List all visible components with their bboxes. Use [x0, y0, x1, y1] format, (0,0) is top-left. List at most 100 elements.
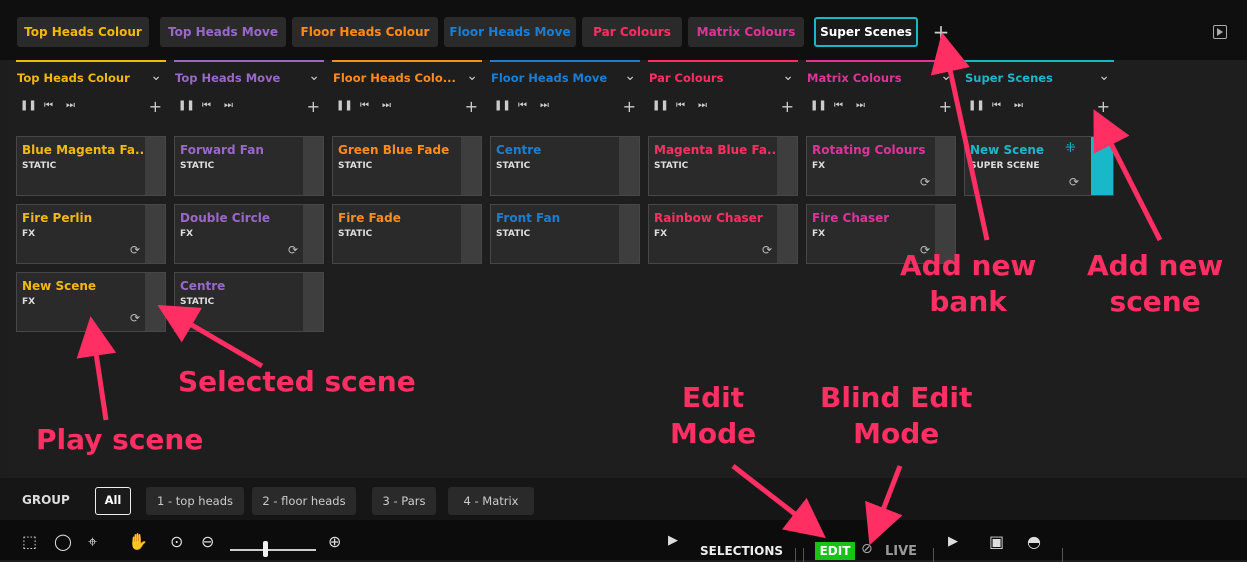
group-button[interactable]: All: [95, 487, 131, 515]
scene-card[interactable]: Double Circle FX ⟳: [174, 204, 324, 264]
polygon-select-icon[interactable]: ⌖: [88, 532, 97, 552]
blind-edit-icon[interactable]: ⊘: [861, 541, 873, 557]
scene-card[interactable]: Front Fan STATIC: [490, 204, 640, 264]
bank-header[interactable]: Top Heads Move ⌄: [174, 60, 324, 92]
skip-forward-icon[interactable]: ⏭: [698, 100, 707, 111]
scene-strip[interactable]: [303, 137, 323, 195]
scene-card[interactable]: Rotating Colours FX ⟳: [806, 136, 956, 196]
scene-strip[interactable]: [619, 205, 639, 263]
zoom-in-icon[interactable]: ⊕: [328, 532, 341, 551]
skip-back-icon[interactable]: ⏮: [360, 100, 369, 111]
scene-strip[interactable]: [145, 205, 165, 263]
edit-mode-button[interactable]: EDIT: [815, 542, 855, 560]
pause-icon[interactable]: ❚❚: [810, 100, 827, 111]
play-icon[interactable]: ▶: [948, 534, 958, 549]
bank-tab[interactable]: Matrix Colours: [688, 17, 804, 47]
skip-forward-icon[interactable]: ⏭: [382, 100, 391, 111]
group-button[interactable]: 4 - Matrix: [448, 487, 534, 515]
bank-header[interactable]: Super Scenes ⌄: [964, 60, 1114, 92]
scene-strip[interactable]: [145, 137, 165, 195]
scene-card[interactable]: New Scene SUPER SCENE ⟳ ⁜: [964, 136, 1114, 196]
chevron-down-icon[interactable]: ⌄: [1098, 68, 1110, 84]
chevron-down-icon[interactable]: ⌄: [782, 68, 794, 84]
scene-strip[interactable]: [303, 273, 323, 331]
lasso-icon[interactable]: ◯: [54, 532, 72, 551]
scene-strip[interactable]: [145, 273, 165, 331]
fixture-view-icon[interactable]: ▣: [989, 532, 1004, 551]
scene-strip[interactable]: [461, 205, 481, 263]
bank-tab[interactable]: Floor Heads Colour: [292, 17, 438, 47]
zoom-slider-track[interactable]: [230, 549, 316, 551]
skip-back-icon[interactable]: ⏮: [202, 100, 211, 111]
skip-back-icon[interactable]: ⏮: [834, 100, 843, 111]
skip-forward-icon[interactable]: ⏭: [224, 100, 233, 111]
group-button[interactable]: 1 - top heads: [146, 487, 244, 515]
pause-icon[interactable]: ❚❚: [968, 100, 985, 111]
chevron-down-icon[interactable]: ⌄: [308, 68, 320, 84]
skip-forward-icon[interactable]: ⏭: [66, 100, 75, 111]
panel-toggle-icon[interactable]: [1213, 25, 1227, 39]
group-button[interactable]: 2 - floor heads: [252, 487, 356, 515]
skip-back-icon[interactable]: ⏮: [676, 100, 685, 111]
add-scene-button[interactable]: +: [781, 97, 794, 116]
add-scene-button[interactable]: +: [307, 97, 320, 116]
skip-back-icon[interactable]: ⏮: [44, 100, 53, 111]
scene-card[interactable]: Centre STATIC: [490, 136, 640, 196]
scene-card[interactable]: Green Blue Fade STATIC: [332, 136, 482, 196]
pause-icon[interactable]: ❚❚: [20, 100, 37, 111]
hand-icon[interactable]: ✋: [128, 532, 148, 551]
scene-card[interactable]: Blue Magenta Fa... STATIC: [16, 136, 166, 196]
scene-card[interactable]: Fire Perlin FX ⟳: [16, 204, 166, 264]
add-bank-button[interactable]: +: [931, 17, 951, 47]
scene-card[interactable]: Rainbow Chaser FX ⟳: [648, 204, 798, 264]
skip-back-icon[interactable]: ⏮: [992, 100, 1001, 111]
chevron-down-icon[interactable]: ⌄: [624, 68, 636, 84]
panel-toggle-icon[interactable]: ▶: [668, 533, 678, 548]
headphones-icon[interactable]: ◓: [1027, 532, 1041, 551]
pause-icon[interactable]: ❚❚: [336, 100, 353, 111]
selections-button[interactable]: SELECTIONS: [700, 544, 783, 558]
skip-forward-icon[interactable]: ⏭: [1014, 100, 1023, 111]
group-button[interactable]: 3 - Pars: [372, 487, 436, 515]
add-scene-button[interactable]: +: [465, 97, 478, 116]
scene-card[interactable]: Forward Fan STATIC: [174, 136, 324, 196]
bank-tab[interactable]: Par Colours: [582, 17, 682, 47]
zoom-reset-icon[interactable]: ⊙: [170, 532, 183, 551]
scene-strip[interactable]: [935, 137, 955, 195]
scene-strip[interactable]: [777, 137, 797, 195]
bank-tab[interactable]: Top Heads Colour: [17, 17, 149, 47]
scene-card[interactable]: Magenta Blue Fa... STATIC: [648, 136, 798, 196]
bank-tab[interactable]: Top Heads Move: [160, 17, 286, 47]
scene-card[interactable]: New Scene FX ⟳: [16, 272, 166, 332]
scene-card[interactable]: Centre STATIC: [174, 272, 324, 332]
zoom-out-icon[interactable]: ⊖: [201, 532, 214, 551]
skip-forward-icon[interactable]: ⏭: [540, 100, 549, 111]
bank-tab[interactable]: Super Scenes: [814, 17, 918, 47]
bank-tab[interactable]: Floor Heads Move: [444, 17, 576, 47]
scene-strip[interactable]: [619, 137, 639, 195]
chevron-down-icon[interactable]: ⌄: [150, 68, 162, 84]
pause-icon[interactable]: ❚❚: [178, 100, 195, 111]
chevron-down-icon[interactable]: ⌄: [940, 68, 952, 84]
skip-back-icon[interactable]: ⏮: [518, 100, 527, 111]
add-scene-button[interactable]: +: [939, 97, 952, 116]
add-scene-button[interactable]: +: [149, 97, 162, 116]
zoom-slider-handle[interactable]: [263, 541, 268, 557]
bank-header[interactable]: Par Colours ⌄: [648, 60, 798, 92]
scene-strip[interactable]: [1091, 137, 1113, 195]
add-scene-button[interactable]: +: [1097, 97, 1110, 116]
bank-header[interactable]: Floor Heads Move ⌄: [490, 60, 640, 92]
scene-card[interactable]: Fire Fade STATIC: [332, 204, 482, 264]
chevron-down-icon[interactable]: ⌄: [466, 68, 478, 84]
scene-strip[interactable]: [777, 205, 797, 263]
add-scene-button[interactable]: +: [623, 97, 636, 116]
scene-strip[interactable]: [303, 205, 323, 263]
box-select-icon[interactable]: ⬚: [22, 532, 37, 551]
bank-header[interactable]: Floor Heads Colo... ⌄: [332, 60, 482, 92]
live-mode-button[interactable]: LIVE: [885, 544, 917, 559]
skip-forward-icon[interactable]: ⏭: [856, 100, 865, 111]
bank-header[interactable]: Top Heads Colour ⌄: [16, 60, 166, 92]
pause-icon[interactable]: ❚❚: [652, 100, 669, 111]
bank-header[interactable]: Matrix Colours ⌄: [806, 60, 956, 92]
pause-icon[interactable]: ❚❚: [494, 100, 511, 111]
